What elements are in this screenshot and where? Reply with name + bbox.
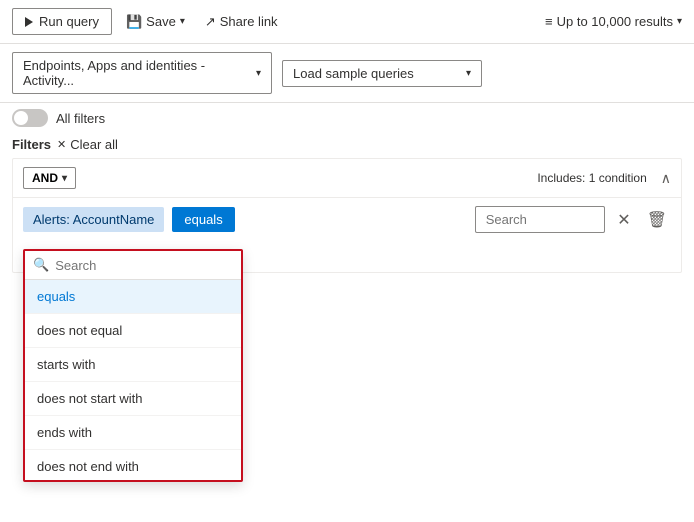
results-icon: ≡ — [545, 14, 553, 29]
operator-dropdown: 🔍 equals does not equal starts with does… — [23, 249, 243, 482]
dropdown-item-starts-with[interactable]: starts with — [25, 348, 241, 382]
dropdown-list: equals does not equal starts with does n… — [25, 280, 241, 480]
filters-header: Filters ✕ Clear all — [0, 133, 694, 158]
operator-button[interactable]: equals — [172, 207, 234, 232]
clear-all-label: Clear all — [70, 137, 118, 152]
dropdown-item-equals-label: equals — [37, 289, 75, 304]
dropdown-item-ends-with-label: ends with — [37, 425, 92, 440]
save-icon: 💾 — [126, 14, 142, 30]
dropdown-item-does-not-equal[interactable]: does not equal — [25, 314, 241, 348]
share-icon: ↗ — [205, 14, 216, 30]
dropdown-item-does-not-start-with[interactable]: does not start with — [25, 382, 241, 416]
dropdown-item-does-not-end-with[interactable]: does not end with — [25, 450, 241, 480]
x-icon: ✕ — [57, 138, 66, 151]
and-label: AND — [32, 171, 58, 185]
and-button[interactable]: AND ▾ — [23, 167, 76, 189]
toolbar: Run query 💾 Save ▾ ↗ Share link ≡ Up to … — [0, 0, 694, 44]
dropdown-item-ends-with[interactable]: ends with — [25, 416, 241, 450]
dropdown-item-equals[interactable]: equals — [25, 280, 241, 314]
collapse-icon[interactable]: ∧ — [661, 170, 671, 187]
query-dropdown-value: Load sample queries — [293, 66, 414, 81]
filter-row: Alerts: AccountName equals 🔍 equals does… — [13, 198, 681, 241]
run-query-label: Run query — [39, 14, 99, 29]
play-icon — [25, 17, 33, 27]
filter-value-input[interactable] — [475, 206, 606, 233]
filter-close-button[interactable]: ✕ — [613, 208, 634, 232]
filter-delete-button[interactable]: 🗑 — [643, 208, 671, 232]
all-filters-row: All filters — [0, 103, 694, 133]
dropdown-item-does-not-start-with-label: does not start with — [37, 391, 143, 406]
filter-delete-icon: 🗑 — [647, 210, 667, 230]
filter-row-inner: Alerts: AccountName equals 🔍 equals does… — [23, 207, 235, 232]
source-dropdown-value: Endpoints, Apps and identities - Activit… — [23, 58, 248, 88]
dropdown-item-does-not-equal-label: does not equal — [37, 323, 122, 338]
all-filters-label: All filters — [56, 111, 105, 126]
save-label: Save — [146, 14, 176, 29]
and-chevron-icon: ▾ — [62, 173, 67, 184]
source-chevron-icon: ▾ — [256, 68, 261, 79]
operator-label: equals — [184, 212, 222, 227]
filters-header-label: Filters — [12, 137, 51, 152]
filter-group: AND ▾ Includes: 1 condition ∧ Alerts: Ac… — [12, 158, 682, 273]
save-button[interactable]: 💾 Save ▾ — [120, 10, 191, 34]
filter-close-icon: ✕ — [617, 210, 630, 230]
results-chevron-icon: ▾ — [677, 16, 682, 27]
dropdowns-row: Endpoints, Apps and identities - Activit… — [0, 44, 694, 103]
dropdown-search-icon: 🔍 — [33, 257, 49, 273]
dropdown-search-box: 🔍 — [25, 251, 241, 280]
includes-label: Includes: 1 condition — [537, 171, 646, 185]
source-dropdown[interactable]: Endpoints, Apps and identities - Activit… — [12, 52, 272, 94]
dropdown-item-does-not-end-with-label: does not end with — [37, 459, 139, 474]
all-filters-toggle[interactable] — [12, 109, 48, 127]
share-link-label: Share link — [220, 14, 278, 29]
dropdown-search-input[interactable] — [55, 258, 233, 273]
filter-field: Alerts: AccountName — [23, 207, 164, 232]
query-chevron-icon: ▾ — [466, 68, 471, 79]
run-query-button[interactable]: Run query — [12, 8, 112, 35]
results-label: Up to 10,000 results — [557, 14, 673, 29]
filter-field-label: Alerts: AccountName — [33, 212, 154, 227]
query-dropdown[interactable]: Load sample queries ▾ — [282, 60, 482, 87]
share-link-button[interactable]: ↗ Share link — [199, 10, 284, 34]
filter-group-header: AND ▾ Includes: 1 condition ∧ — [13, 159, 681, 198]
clear-all-button[interactable]: ✕ Clear all — [57, 137, 118, 152]
results-info: ≡ Up to 10,000 results ▾ — [545, 14, 682, 29]
save-chevron-icon: ▾ — [180, 16, 185, 27]
dropdown-item-starts-with-label: starts with — [37, 357, 96, 372]
